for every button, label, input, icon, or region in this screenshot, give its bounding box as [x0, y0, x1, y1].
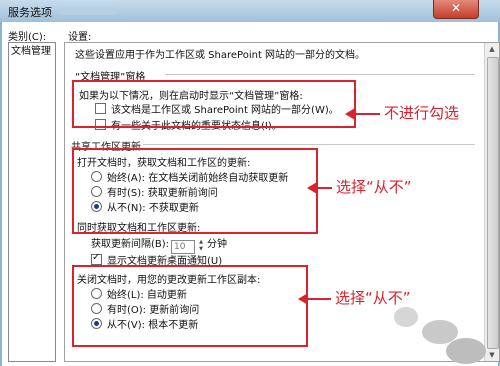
- window-title: 服务选项: [8, 6, 52, 19]
- title-bar: 服务选项 ✕: [0, 0, 500, 22]
- close-button[interactable]: ✕: [433, 0, 479, 19]
- annotation-arrow-line-3: [307, 298, 331, 300]
- shared-section-divider: [143, 144, 475, 145]
- scroll-thumb[interactable]: [487, 57, 499, 349]
- annotation-arrow-3-icon: [298, 293, 308, 305]
- settings-label: 设置:: [68, 32, 92, 43]
- category-list[interactable]: 文档管理: [8, 42, 56, 362]
- interval-label: 获取更新间隔(B):: [91, 239, 170, 250]
- settings-description: 这些设置应用于作为工作区或 SharePoint 网站的一部分的文档。: [75, 50, 366, 61]
- category-item-document-management[interactable]: 文档管理: [11, 45, 55, 58]
- blurred-title-text: [58, 7, 118, 15]
- watermark-blob-1: [394, 307, 418, 327]
- annotation-arrow-2-icon: [307, 182, 317, 194]
- dialog-body: 类别(C): 文档管理 设置: ▲ ▼ 这些设置应用于作为工作区或 ShareP…: [2, 22, 500, 366]
- annotation-box-open: [72, 148, 318, 234]
- annotation-arrow-1-icon: [345, 108, 355, 120]
- interval-unit: 分钟: [207, 239, 228, 250]
- interval-spin-icon[interactable]: ▲ ▼: [197, 239, 205, 253]
- notify-checkbox[interactable]: [91, 252, 102, 265]
- annotation-arrow-line-2: [316, 187, 332, 189]
- pane-section-divider: [165, 74, 475, 75]
- annotation-select-never-2: 选择“从不”: [335, 289, 411, 307]
- annotation-box-close: [72, 265, 308, 347]
- annotation-no-check: 不进行勾选: [384, 104, 460, 122]
- annotation-arrow-line-1: [354, 113, 380, 115]
- vertical-scrollbar[interactable]: ▲ ▼: [484, 43, 499, 361]
- scroll-up-icon[interactable]: ▲: [485, 43, 499, 55]
- watermark-blob-3: [446, 338, 486, 364]
- scroll-down-icon[interactable]: ▼: [485, 349, 499, 361]
- category-label: 类别(C):: [8, 32, 47, 43]
- annotation-select-never-1: 选择“从不”: [336, 178, 412, 196]
- annotation-box-pane: [72, 80, 356, 128]
